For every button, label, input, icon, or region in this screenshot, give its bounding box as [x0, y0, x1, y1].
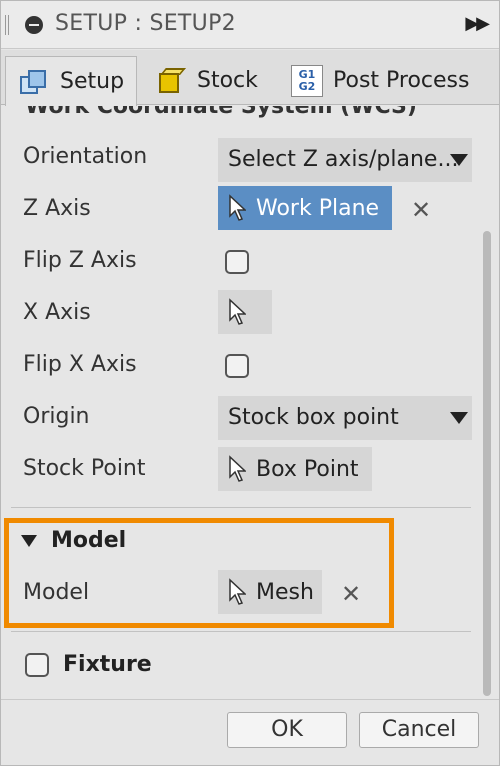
- dialog-title: SETUP : SETUP2: [55, 11, 236, 36]
- tab-post-process[interactable]: G1 G2 Post Process: [287, 56, 481, 105]
- flip-x-label: Flip X Axis: [23, 352, 137, 377]
- stock-box-icon: [155, 65, 187, 97]
- minus-circle-icon: [25, 16, 43, 34]
- tab-setup-label: Setup: [60, 69, 125, 94]
- cursor-arrow-icon: [229, 578, 246, 605]
- orientation-label: Orientation: [23, 144, 148, 169]
- setup-panel: Work Coordinate System (WCS) Orientation…: [1, 106, 499, 699]
- model-value: Mesh: [256, 579, 314, 605]
- ok-button[interactable]: OK: [227, 712, 347, 748]
- collapse-triangle-icon[interactable]: [21, 535, 37, 547]
- g1g2-icon: G1 G2: [291, 64, 323, 97]
- z-axis-label: Z Axis: [23, 196, 91, 221]
- section-divider: [11, 631, 471, 632]
- setup-cubes-icon: [18, 66, 50, 98]
- dropdown-arrow-icon: [450, 154, 468, 166]
- origin-label: Origin: [23, 404, 90, 429]
- stock-point-value: Box Point: [256, 456, 359, 482]
- fixture-label[interactable]: Fixture: [63, 652, 152, 677]
- tab-stock[interactable]: Stock: [151, 56, 271, 105]
- model-label: Model: [23, 580, 90, 605]
- setup-dialog: SETUP : SETUP2 ▶▶ Setup Stock G1 G2 Post…: [0, 0, 500, 766]
- clear-model-icon[interactable]: ✕: [341, 580, 361, 608]
- title-bar[interactable]: SETUP : SETUP2 ▶▶: [1, 1, 499, 49]
- x-axis-label: X Axis: [23, 300, 91, 325]
- flip-z-checkbox[interactable]: [225, 250, 249, 274]
- expand-icon[interactable]: ▶▶: [465, 13, 490, 34]
- orientation-value: Select Z axis/plane...: [228, 147, 459, 172]
- flip-z-label: Flip Z Axis: [23, 248, 137, 273]
- cursor-arrow-icon: [229, 455, 246, 482]
- model-picker[interactable]: Mesh: [218, 570, 322, 614]
- origin-select[interactable]: Stock box point: [218, 396, 472, 440]
- tab-setup[interactable]: Setup: [5, 56, 137, 106]
- tab-post-process-label: Post Process: [333, 68, 470, 93]
- cursor-arrow-icon: [229, 194, 246, 221]
- z-axis-picker[interactable]: Work Plane: [218, 186, 392, 230]
- fixture-checkbox[interactable]: [25, 653, 49, 677]
- dropdown-arrow-icon: [450, 412, 468, 424]
- orientation-select[interactable]: Select Z axis/plane...: [218, 138, 472, 182]
- stock-point-label: Stock Point: [23, 456, 146, 481]
- section-divider: [11, 507, 471, 508]
- cursor-arrow-icon: [229, 298, 246, 325]
- tab-bar: Setup Stock G1 G2 Post Process: [1, 50, 499, 106]
- cancel-button[interactable]: Cancel: [359, 712, 479, 748]
- clear-z-axis-icon[interactable]: ✕: [411, 196, 431, 224]
- flip-x-checkbox[interactable]: [225, 354, 249, 378]
- tab-stock-label: Stock: [197, 68, 258, 93]
- wcs-section-header[interactable]: Work Coordinate System (WCS): [25, 106, 417, 119]
- stock-point-picker[interactable]: Box Point: [218, 447, 372, 491]
- model-section-title[interactable]: Model: [51, 528, 126, 553]
- z-axis-value: Work Plane: [256, 195, 380, 221]
- origin-value: Stock box point: [228, 405, 399, 430]
- drag-grip-icon[interactable]: [5, 15, 9, 35]
- dialog-footer: OK Cancel: [1, 699, 499, 765]
- vertical-scrollbar[interactable]: [483, 231, 491, 696]
- x-axis-picker[interactable]: [218, 290, 272, 334]
